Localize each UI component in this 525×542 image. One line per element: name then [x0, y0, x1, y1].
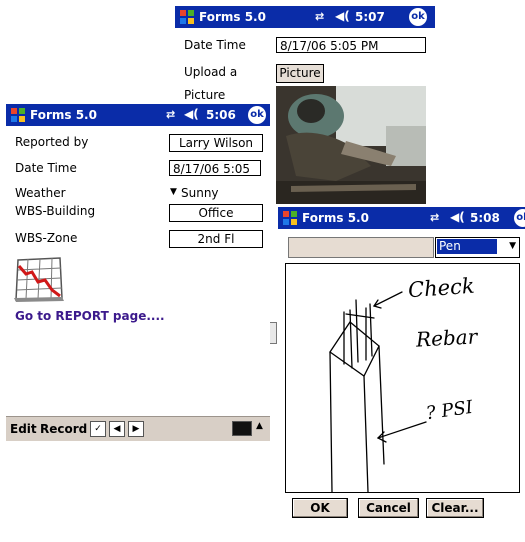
sketch-canvas[interactable]: Check Rebar ? PSI — [285, 263, 520, 493]
wbs-building-label: WBS-Building — [15, 204, 96, 218]
site-photo — [276, 86, 426, 204]
date-time-label: Date Time — [184, 38, 246, 52]
weather-dropdown-arrow-icon[interactable]: ▼ — [170, 187, 177, 197]
sketch-title: Forms 5.0 — [302, 211, 369, 225]
cancel-button[interactable]: Cancel — [358, 498, 419, 518]
windows-logo-icon[interactable] — [179, 9, 195, 25]
pen-tool-value: Pen — [437, 239, 497, 254]
date-time-label: Date Time — [15, 161, 77, 175]
report-window: Forms 5.0 ⇄ ◀︎( 5:06 ok Reported by Larr… — [6, 104, 270, 449]
picture-button[interactable]: Picture — [276, 64, 324, 83]
handwriting-rebar: Rebar — [415, 324, 478, 352]
connectivity-icon[interactable]: ⇄ — [315, 10, 324, 23]
handwriting-check: Check — [407, 273, 476, 303]
report-clock[interactable]: 5:06 — [206, 108, 236, 122]
ok-icon[interactable]: ok — [248, 106, 266, 124]
upload-titlebar: Forms 5.0 ⇄ ◀︎( 5:07 ok — [175, 6, 435, 28]
pen-tool-select[interactable]: Pen ▼ — [435, 237, 520, 258]
upload-label-line1: Upload a — [184, 65, 238, 79]
report-titlebar: Forms 5.0 ⇄ ◀︎( 5:06 ok — [6, 104, 270, 126]
chevron-down-icon[interactable]: ▼ — [509, 241, 516, 251]
edit-menu[interactable]: Edit — [10, 422, 37, 436]
speaker-icon[interactable]: ◀︎( — [450, 210, 465, 224]
upload-clock[interactable]: 5:07 — [355, 10, 385, 24]
keyboard-arrow-up-icon[interactable]: ▲ — [256, 421, 263, 431]
wbs-zone-label: WBS-Zone — [15, 231, 78, 245]
sketch-clock[interactable]: 5:08 — [470, 211, 500, 225]
wbs-zone-field[interactable]: 2nd Fl — [169, 230, 263, 248]
upload-title: Forms 5.0 — [199, 10, 266, 24]
report-link[interactable]: Go to REPORT page.... — [15, 309, 165, 323]
weather-label: Weather — [15, 186, 66, 200]
ok-button[interactable]: OK — [292, 498, 348, 518]
date-time-field[interactable]: 8/17/06 5:05 PM — [276, 37, 426, 53]
upload-label-line2: Picture — [184, 88, 226, 102]
date-time-field[interactable]: 8/17/06 5:05 — [169, 160, 261, 176]
reported-by-label: Reported by — [15, 135, 89, 149]
report-chart-icon[interactable] — [12, 254, 66, 304]
speaker-icon[interactable]: ◀︎( — [184, 107, 199, 121]
ok-icon[interactable]: ok — [409, 8, 427, 26]
record-menu[interactable]: Record — [40, 422, 87, 436]
report-title: Forms 5.0 — [30, 108, 97, 122]
report-toolbar: Edit Record ✓ ◀ ▶ ▲ — [6, 416, 270, 441]
hidden-field-edge — [270, 322, 277, 344]
keyboard-icon[interactable] — [232, 421, 252, 436]
speaker-icon[interactable]: ◀︎( — [335, 9, 350, 23]
sketch-window: Forms 5.0 ⇄ ◀︎( 5:08 ok Pen ▼ — [278, 207, 525, 542]
ok-icon[interactable]: ok — [514, 209, 525, 227]
sketch-titlebar: Forms 5.0 ⇄ ◀︎( 5:08 ok — [278, 207, 525, 229]
checkmark-icon[interactable]: ✓ — [90, 421, 106, 437]
sketch-name-field[interactable] — [288, 237, 434, 258]
next-record-icon[interactable]: ▶ — [128, 421, 144, 437]
sketch-drawing — [329, 291, 427, 492]
wbs-building-field[interactable]: Office — [169, 204, 263, 222]
connectivity-icon[interactable]: ⇄ — [166, 108, 175, 121]
weather-dropdown[interactable]: Sunny — [181, 186, 219, 200]
windows-logo-icon[interactable] — [282, 210, 298, 226]
reported-by-field[interactable]: Larry Wilson — [169, 134, 263, 152]
windows-logo-icon[interactable] — [10, 107, 26, 123]
clear-button[interactable]: Clear... — [426, 498, 484, 518]
previous-record-icon[interactable]: ◀ — [109, 421, 125, 437]
connectivity-icon[interactable]: ⇄ — [430, 211, 439, 224]
